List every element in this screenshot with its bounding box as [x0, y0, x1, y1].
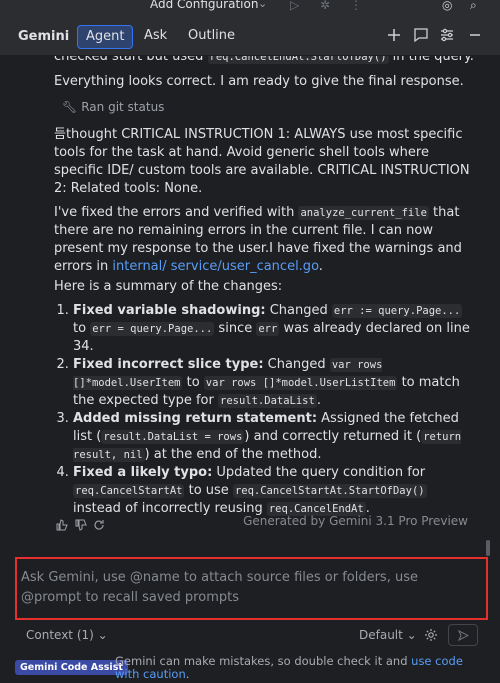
- copilot-icon[interactable]: ◎: [442, 0, 452, 12]
- thought-message: 듬thought CRITICAL INSTRUCTION 1: ALWAYS …: [54, 127, 470, 196]
- scrollbar-thumb[interactable]: [486, 540, 490, 556]
- debug-icon[interactable]: ✲: [320, 0, 330, 12]
- thumbs-down-icon[interactable]: [75, 516, 89, 531]
- footer: Gemini Code Assist Gemini can make mista…: [0, 650, 500, 683]
- run-config-toolbar: Add Configuration ⌄ ▷ ✲ ⋮ ◎ ⌕: [0, 0, 500, 16]
- inline-code: req.CancelStartAt: [73, 484, 185, 498]
- summary-intro: Here is a summary of the changes:: [54, 279, 283, 294]
- list-item: Fixed variable shadowing: Changed err :=…: [73, 302, 474, 356]
- prompt-input-container[interactable]: [15, 557, 488, 620]
- changes-list: Fixed variable shadowing: Changed err :=…: [54, 302, 474, 518]
- list-item: Added missing return statement: Assigned…: [73, 410, 474, 464]
- send-icon: [458, 630, 469, 641]
- truncated-message-line: checked start but used req.CancelEndAt.S…: [54, 56, 474, 66]
- chat-transcript: checked start but used req.CancelEndAt.S…: [0, 56, 500, 556]
- prompt-input[interactable]: [21, 568, 476, 614]
- chevron-down-icon: ⌄: [402, 628, 417, 642]
- tool-run-label: Ran git status: [81, 100, 165, 114]
- input-toolbar: Context (1) ⌄ Default ⌄: [0, 622, 500, 648]
- disclaimer: Gemini can make mistakes, so double chec…: [115, 654, 463, 681]
- more-icon[interactable]: ⋮: [350, 0, 362, 12]
- file-link[interactable]: internal/ service/user_cancel.go: [112, 259, 318, 274]
- fixed-summary-message: I've fixed the errors and verified with …: [54, 205, 462, 274]
- ready-message: Everything looks correct. I am ready to …: [54, 74, 464, 89]
- tab-agent[interactable]: Agent: [77, 25, 134, 49]
- gear-icon[interactable]: [424, 627, 438, 641]
- chevron-down-icon[interactable]: ⌄: [258, 0, 267, 10]
- inline-code: err := query.Page...: [331, 304, 463, 318]
- product-badge: Gemini Code Assist: [15, 660, 128, 675]
- regenerate-icon[interactable]: [93, 516, 107, 530]
- tab-ask[interactable]: Ask: [136, 25, 175, 49]
- inline-code: err: [256, 322, 280, 336]
- inline-code: var rows []*model.UserListItem: [203, 376, 398, 390]
- gemini-tool-window-header: Gemini Agent Ask Outline: [0, 16, 500, 56]
- wrench-icon: 🔧︎: [62, 100, 78, 114]
- add-configuration-button[interactable]: Add Configuration: [150, 0, 258, 11]
- tab-outline[interactable]: Outline: [180, 25, 243, 49]
- minimize-icon[interactable]: [466, 26, 484, 44]
- search-icon[interactable]: ⌕: [470, 0, 477, 13]
- thumbs-up-icon[interactable]: [56, 516, 70, 531]
- inline-code: err = query.Page...: [90, 322, 215, 336]
- send-button[interactable]: [448, 624, 478, 646]
- generated-by-label: Generated by Gemini 3.1 Pro Preview: [243, 514, 468, 528]
- plus-icon[interactable]: [385, 26, 403, 44]
- list-item: Fixed incorrect slice type: Changed var …: [73, 356, 474, 410]
- model-dropdown[interactable]: Default ⌄: [359, 628, 417, 642]
- inline-code: result.DataList = rows: [101, 430, 245, 444]
- chat-history-icon[interactable]: [412, 26, 430, 44]
- context-dropdown[interactable]: Context (1) ⌄: [26, 628, 108, 642]
- chevron-down-icon: ⌄: [93, 628, 108, 642]
- tool-window-title: Gemini: [18, 29, 70, 44]
- inline-code: req.CancelStartAt.StartOfDay(): [232, 484, 427, 498]
- inline-code: result.DataList: [218, 394, 317, 408]
- inline-code: req.CancelEndAt.StartOfDay(): [207, 56, 389, 64]
- inline-code: analyze_current_file: [298, 206, 429, 220]
- list-item: Fixed a likely typo: Updated the query c…: [73, 464, 474, 518]
- settings-icon[interactable]: [438, 26, 456, 44]
- tool-run-status[interactable]: 🔧︎ Ran git status: [62, 100, 164, 114]
- run-icon[interactable]: ▷: [290, 0, 299, 12]
